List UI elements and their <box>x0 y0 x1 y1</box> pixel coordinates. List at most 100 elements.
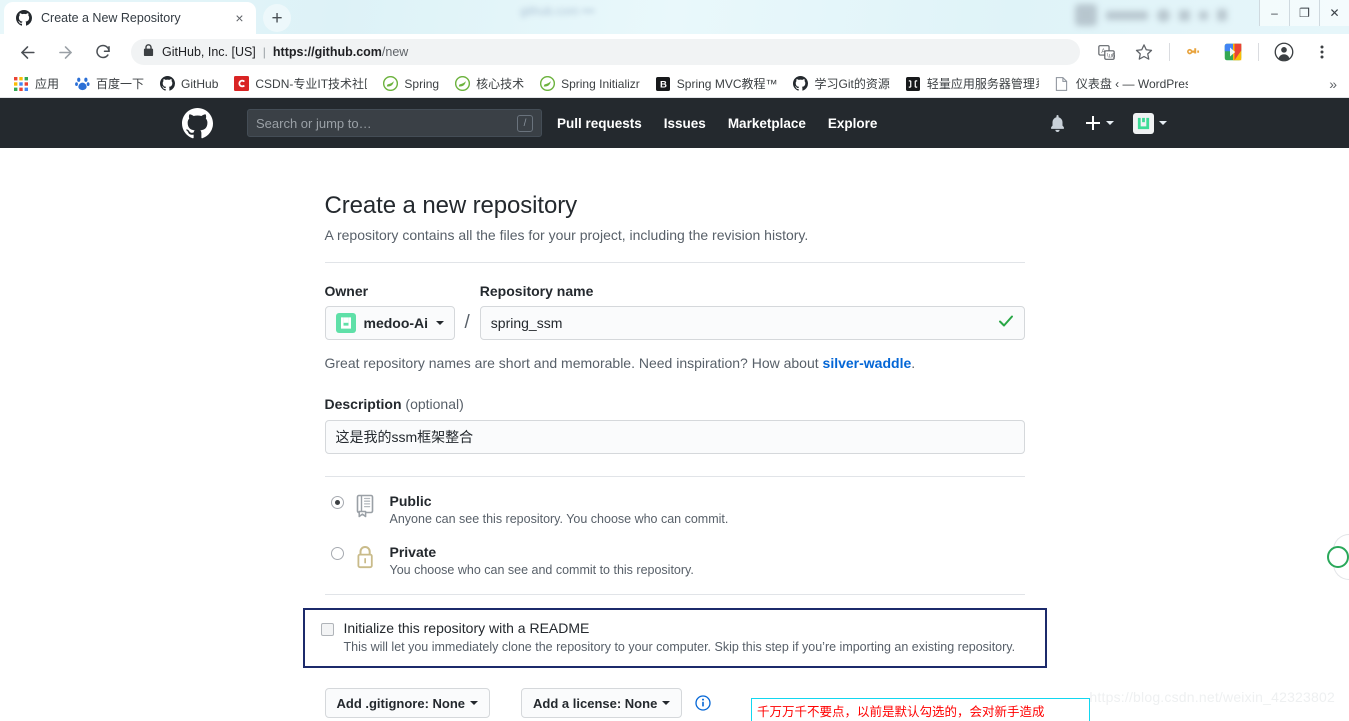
bookmark-wordpress[interactable]: 仪表盘 ‹ — WordPress <box>1047 73 1195 95</box>
toolbar-divider <box>1169 43 1170 61</box>
readme-checkbox[interactable] <box>320 623 334 636</box>
info-circle-icon[interactable] <box>695 695 711 711</box>
readme-section-highlight[interactable]: Initialize this repository with a README… <box>302 608 1047 668</box>
spring-leaf-icon <box>382 76 398 92</box>
bookmark-label: Spring MVC教程™ <box>676 77 778 91</box>
nav-issues[interactable]: Issues <box>664 116 706 131</box>
create-repo-form: Create a new repository A repository con… <box>302 148 1047 718</box>
description-input[interactable]: 这是我的ssm框架整合 <box>324 420 1025 454</box>
csdn-icon <box>233 76 249 92</box>
bookmark-csdn[interactable]: CSDN-专业IT技术社区 <box>226 73 374 95</box>
bookmark-label: 仪表盘 ‹ — WordPress <box>1075 77 1188 91</box>
new-tab-button[interactable]: + <box>263 4 291 32</box>
nav-pull-requests[interactable]: Pull requests <box>557 116 642 131</box>
profile-avatar-icon[interactable] <box>1270 38 1298 66</box>
github-icon <box>16 10 32 26</box>
github-mark-icon[interactable] <box>182 107 213 139</box>
repo-name-input[interactable]: spring_ssm <box>479 306 1025 340</box>
bell-icon[interactable] <box>1049 114 1066 132</box>
reload-icon[interactable] <box>89 38 117 66</box>
bookmark-spring-initializr[interactable]: Spring Initializr <box>532 73 647 95</box>
back-icon[interactable] <box>13 38 41 66</box>
nav-marketplace[interactable]: Marketplace <box>728 116 806 131</box>
visibility-option-private[interactable]: Private You choose who can see and commi… <box>325 526 1025 577</box>
apps-grid-icon <box>13 76 29 92</box>
toolbar-divider-2 <box>1258 43 1259 61</box>
visibility-option-public[interactable]: Public Anyone can see this repository. Y… <box>325 477 1025 526</box>
description-value: 这是我的ssm框架整合 <box>335 429 474 445</box>
bookmark-label: 百度一下 <box>96 77 145 91</box>
bookmark-label: GitHub <box>181 76 219 91</box>
readme-title: Initialize this repository with a README <box>343 620 590 636</box>
bookmark-core-tech[interactable]: 核心技术 <box>447 73 531 95</box>
user-avatar-icon[interactable] <box>1133 112 1167 134</box>
site-identity-label: GitHub, Inc. [US] <box>162 45 256 59</box>
radio-private[interactable] <box>330 547 344 560</box>
owner-avatar-icon <box>335 313 356 333</box>
annotation-callout-box: 千万万千不要点，以前是默认勾选的，会对新手造成 不必要的麻烦 <box>751 698 1090 721</box>
radio-public[interactable] <box>330 496 344 509</box>
extension-colorful-icon[interactable] <box>1219 38 1247 66</box>
bookmark-apps[interactable]: 应用 <box>6 73 66 95</box>
floating-circle-icon[interactable] <box>1327 534 1349 580</box>
public-title: Public <box>389 493 432 509</box>
bookmarks-overflow-button[interactable]: » <box>1329 76 1343 92</box>
bookmark-label: 轻量应用服务器管理系统 <box>926 77 1039 91</box>
page-subtitle: A repository contains all the files for … <box>324 227 809 243</box>
watermark: https://blog.csdn.net/weixin_42323802 <box>1089 689 1335 705</box>
suggested-repo-name[interactable]: silver-waddle <box>823 355 912 371</box>
bookmark-baidu[interactable]: 百度一下 <box>67 73 151 95</box>
bookmark-github[interactable]: GitHub <box>152 73 225 95</box>
bookmark-learn-git[interactable]: 学习Git的资源 <box>786 73 897 95</box>
description-label-text: Description <box>324 396 402 412</box>
divider-3 <box>324 594 1025 595</box>
chrome-menu-icon[interactable] <box>1308 38 1336 66</box>
license-label: Add a license: None <box>533 695 658 711</box>
bookmark-spring[interactable]: Spring <box>375 73 446 95</box>
owner-repo-separator: / <box>464 312 470 333</box>
create-new-button[interactable] <box>1085 115 1114 131</box>
svg-text:B: B <box>660 79 667 90</box>
private-description: You choose who can see and commit to thi… <box>389 563 694 577</box>
nav-explore[interactable]: Explore <box>828 116 878 131</box>
search-shortcut-badge: / <box>517 114 533 132</box>
translate-icon[interactable]: A\u6587 <box>1092 38 1120 66</box>
chevron-down-icon <box>662 701 671 705</box>
browser-tab-title: Create a New Repository <box>41 11 181 25</box>
window-maximize-button[interactable]: ❐ <box>1289 0 1319 26</box>
spring-leaf-icon <box>454 76 470 92</box>
license-dropdown[interactable]: Add a license: None <box>521 688 683 718</box>
baidu-icon <box>74 76 90 92</box>
url-path: /new <box>381 45 409 59</box>
background-blurred-label: github.com ••• <box>520 4 595 18</box>
gitignore-dropdown[interactable]: Add .gitignore: None <box>324 688 491 718</box>
owner-label: Owner <box>324 283 369 299</box>
owner-name-label: medoo-Ai <box>363 315 429 331</box>
bookmark-label: CSDN-专业IT技术社区 <box>255 77 368 91</box>
forward-icon[interactable] <box>51 38 79 66</box>
chevron-down-icon <box>1159 121 1167 125</box>
bookmark-star-icon[interactable] <box>1130 38 1158 66</box>
address-bar[interactable]: GitHub, Inc. [US] | https://github.com/n… <box>131 39 1080 65</box>
private-title: Private <box>389 544 437 560</box>
window-minimize-button[interactable]: – <box>1259 0 1289 26</box>
divider <box>324 262 1025 263</box>
svg-text:\u6587: \u6587 <box>1106 53 1114 59</box>
extension-key-icon[interactable] <box>1181 38 1209 66</box>
search-input[interactable]: Search or jump to… / <box>247 109 542 137</box>
gitignore-label: Add .gitignore: None <box>336 695 466 711</box>
github-nav: Pull requests Issues Marketplace Explore <box>557 116 899 131</box>
owner-and-name-row: Owner medoo-Ai / Repository name spring_… <box>324 283 1025 340</box>
bookmark-app-server[interactable]: 轻量应用服务器管理系统 <box>898 73 1046 95</box>
omnibox-separator: | <box>262 45 266 59</box>
bookmark-label: 应用 <box>35 77 60 91</box>
github-header: Search or jump to… / Pull requests Issue… <box>0 98 1349 148</box>
window-close-button[interactable]: ✕ <box>1319 0 1349 26</box>
hint-text: Great repository names are short and mem… <box>324 355 823 371</box>
lock-icon <box>143 44 154 60</box>
bookmark-spring-mvc[interactable]: B Spring MVC教程™ <box>648 73 785 95</box>
close-icon[interactable]: × <box>231 10 248 27</box>
bookmark-label: 学习Git的资源 <box>814 77 890 91</box>
owner-dropdown[interactable]: medoo-Ai <box>324 306 455 340</box>
browser-tab-active[interactable]: Create a New Repository × <box>4 2 256 34</box>
